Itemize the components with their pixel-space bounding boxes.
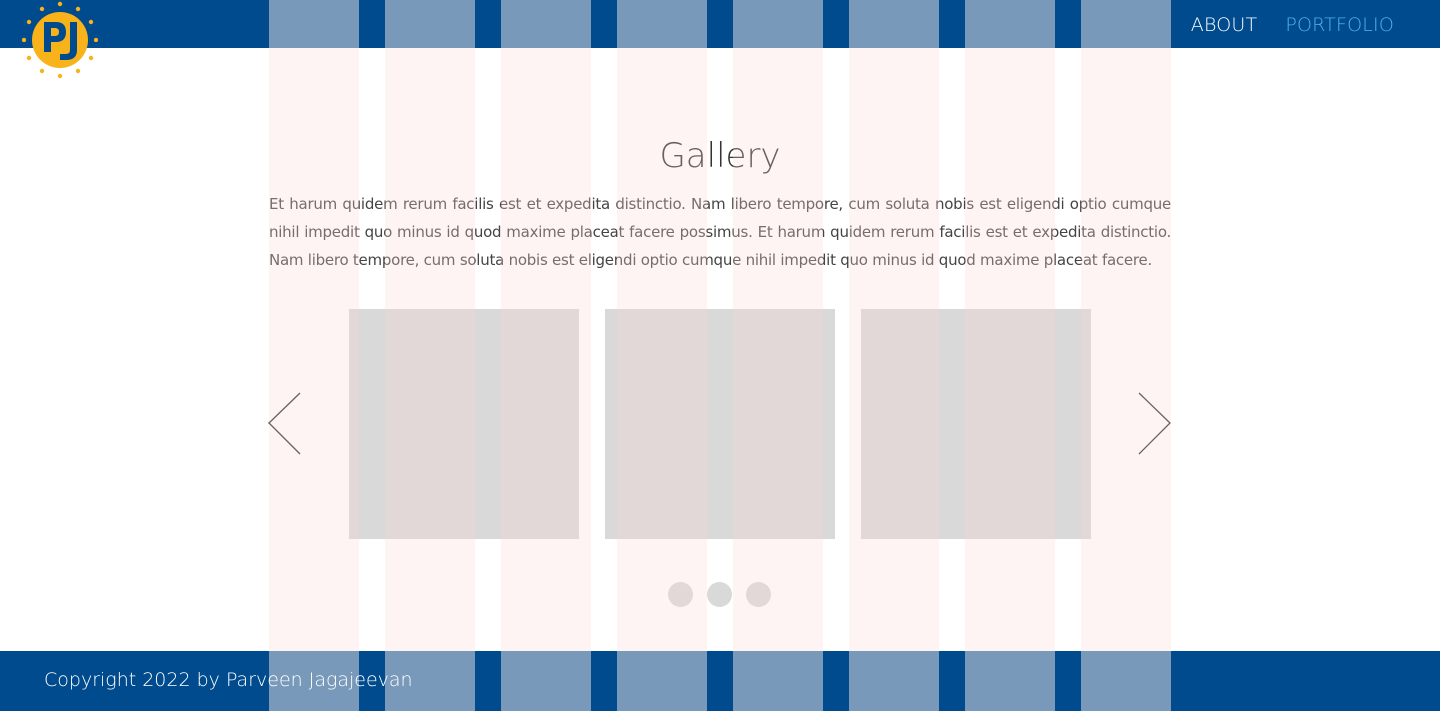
gallery-slide-3[interactable] — [861, 309, 1091, 539]
chevron-left-icon[interactable] — [268, 392, 302, 456]
main-nav: ABOUT PORTFOLIO — [1191, 14, 1394, 36]
page-title: Gallery — [659, 136, 781, 176]
grid-column — [269, 0, 359, 711]
carousel-dot-2[interactable] — [707, 582, 732, 607]
carousel-dot-3[interactable] — [746, 582, 771, 607]
grid-column — [1081, 0, 1171, 711]
gallery-slide-2[interactable] — [605, 309, 835, 539]
carousel-dots — [668, 582, 771, 607]
intro-text: Et harum quidem rerum facilis est et exp… — [269, 195, 1171, 269]
gallery-slide-1[interactable] — [349, 309, 579, 539]
nav-link-about[interactable]: ABOUT — [1191, 14, 1258, 36]
nav-link-portfolio[interactable]: PORTFOLIO — [1285, 14, 1394, 36]
logo-mark — [21, 1, 99, 79]
carousel-dot-1[interactable] — [668, 582, 693, 607]
copyright-text: Copyright 2022 by Parveen Jagajeevan — [44, 669, 413, 691]
pj-logo[interactable] — [20, 0, 100, 80]
chevron-right-icon[interactable] — [1138, 392, 1172, 456]
